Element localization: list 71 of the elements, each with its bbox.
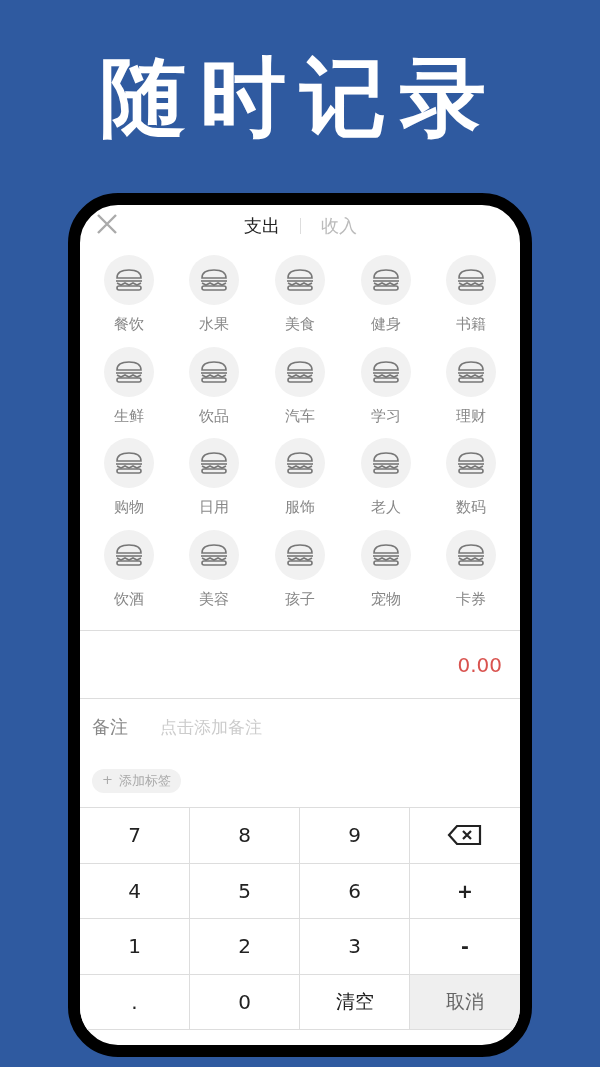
tab[interactable]: 支出 — [237, 214, 286, 238]
category-label: 购物 — [113, 498, 144, 517]
keypad-key[interactable]: 7 — [80, 808, 190, 864]
burger-icon — [113, 451, 144, 475]
burger-icon — [456, 542, 487, 567]
burger-icon — [285, 359, 315, 384]
burger-icon — [285, 451, 315, 475]
headline: 随时记录 — [100, 53, 500, 140]
category-button[interactable] — [360, 438, 411, 488]
burger-icon — [370, 268, 401, 292]
note-label: 备注 — [92, 715, 128, 739]
amount: 0.00 — [457, 652, 502, 677]
category-label: 服饰 — [285, 498, 315, 517]
keypad-key[interactable]: 6 — [300, 863, 410, 919]
category-label: 餐饮 — [113, 315, 144, 334]
burger-icon — [113, 359, 144, 384]
keypad-key[interactable]: 取消 — [410, 974, 520, 1030]
burger-icon — [199, 359, 230, 384]
category-label: 美食 — [285, 315, 315, 334]
category-label: 数码 — [456, 498, 487, 517]
category-label: 日用 — [199, 498, 230, 517]
category-label: 健身 — [370, 315, 401, 334]
keypad-key[interactable]: 0 — [190, 974, 300, 1030]
category-label: 水果 — [199, 315, 230, 334]
category-button[interactable] — [189, 255, 240, 305]
category-label: 宠物 — [370, 589, 401, 609]
category-button[interactable] — [446, 255, 497, 305]
keypad-key[interactable]: 5 — [190, 863, 300, 919]
category-button[interactable] — [275, 438, 325, 488]
category-label: 书籍 — [456, 315, 487, 334]
category-button[interactable] — [103, 255, 154, 305]
category-button[interactable] — [275, 255, 325, 305]
burger-icon — [456, 268, 487, 292]
keypad-key[interactable]: . — [80, 974, 190, 1030]
category-button[interactable] — [275, 529, 325, 580]
keypad-key[interactable]: 8 — [190, 808, 300, 864]
keypad-key[interactable]: 9 — [300, 808, 410, 864]
category-label: 饮品 — [199, 406, 230, 426]
burger-icon — [456, 359, 487, 384]
category-button[interactable] — [446, 438, 497, 488]
category-button[interactable] — [275, 346, 325, 397]
burger-icon — [370, 451, 401, 475]
keypad-key[interactable]: 1 — [80, 919, 190, 975]
category-label: 生鲜 — [113, 406, 144, 426]
close-icon[interactable] — [96, 213, 118, 235]
burger-icon — [113, 268, 144, 292]
burger-icon — [456, 451, 487, 475]
category-label: 学习 — [370, 406, 401, 426]
keypad-key[interactable]: 3 — [300, 919, 410, 975]
burger-icon — [199, 542, 230, 567]
category-button[interactable] — [189, 438, 240, 488]
category-button[interactable] — [360, 255, 411, 305]
burger-icon — [285, 268, 315, 292]
category-label: 汽车 — [285, 406, 315, 426]
category-label: 理财 — [456, 406, 487, 426]
keypad-key[interactable]: 清空 — [300, 974, 410, 1030]
burger-icon — [370, 542, 401, 567]
category-button[interactable] — [103, 438, 154, 488]
keypad-key[interactable]: 2 — [190, 919, 300, 975]
burger-icon — [370, 359, 401, 384]
category-label: 饮酒 — [113, 589, 144, 609]
burger-icon — [285, 542, 315, 567]
backspace-icon — [447, 824, 483, 847]
burger-icon — [199, 268, 230, 292]
category-label: 卡券 — [456, 589, 487, 609]
category-label: 老人 — [370, 498, 401, 517]
keypad-key[interactable]: 4 — [80, 863, 190, 919]
burger-icon — [199, 451, 230, 475]
category-label: 美容 — [199, 589, 230, 609]
category-label: 孩子 — [285, 589, 315, 609]
burger-icon — [113, 542, 144, 567]
